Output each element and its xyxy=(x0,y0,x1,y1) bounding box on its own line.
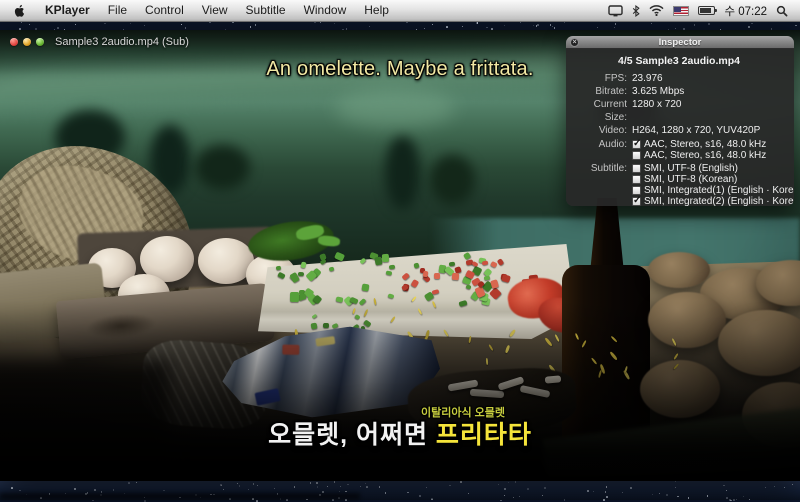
wallpaper-horizon xyxy=(0,493,360,500)
battery-icon[interactable] xyxy=(698,6,715,15)
inspector-subtitle-group: Subtitle: SMI, UTF-8 (English) SMI, UTF-… xyxy=(572,163,786,206)
display-icon[interactable] xyxy=(608,5,623,17)
menu-clock[interactable]: 수 07:22 xyxy=(724,3,767,19)
korean-subtitle: 오믈렛, 어쩌면 프리타타 xyxy=(0,415,800,451)
wifi-icon[interactable] xyxy=(649,5,664,16)
bluetooth-icon[interactable] xyxy=(632,5,640,17)
menu-status-area: 수 07:22 xyxy=(608,3,800,19)
menu-item-control[interactable]: Control xyxy=(136,0,193,21)
audio-track-1-checkbox[interactable] xyxy=(632,140,641,149)
subtitle-track-2[interactable]: SMI, UTF-8 (Korean) xyxy=(632,174,794,185)
menu-item-window[interactable]: Window xyxy=(295,0,356,21)
subtitle-track-1-checkbox[interactable] xyxy=(632,164,641,173)
window-title: Sample3 2audio.mp4 (Sub) xyxy=(55,36,189,48)
apple-menu[interactable] xyxy=(0,4,36,18)
minimize-button[interactable] xyxy=(23,38,31,46)
audio-track-2[interactable]: AAC, Stereo, s16, 48.0 kHz xyxy=(632,150,766,161)
inspector-panel: × Inspector 4/5 Sample3 2audio.mp4 FPS:2… xyxy=(566,36,794,206)
zoom-button[interactable] xyxy=(36,38,44,46)
inspector-close-button[interactable]: × xyxy=(570,38,579,47)
menu-item-view[interactable]: View xyxy=(193,0,237,21)
menu-item-file[interactable]: File xyxy=(99,0,136,21)
inspector-filename: 4/5 Sample3 2audio.mp4 xyxy=(572,55,786,67)
inspector-title: Inspector xyxy=(659,37,702,48)
inspector-row-video: Video:H264, 1280 x 720, YUV420P xyxy=(572,124,786,137)
inspector-row-fps: FPS:23.976 xyxy=(572,72,786,85)
potato xyxy=(648,252,710,288)
subtitle-track-3[interactable]: SMI, Integrated(1) (English · Korean) xyxy=(632,185,794,196)
audio-track-2-checkbox[interactable] xyxy=(632,151,641,160)
subtitle-track-4[interactable]: SMI, Integrated(2) (English · Korean) xyxy=(632,196,794,206)
audio-track-1[interactable]: AAC, Stereo, s16, 48.0 kHz xyxy=(632,139,766,150)
subtitle-track-1[interactable]: SMI, UTF-8 (English) xyxy=(632,163,794,174)
inspector-title-bar[interactable]: × Inspector xyxy=(566,36,794,49)
menu-item-kplayer[interactable]: KPlayer xyxy=(36,0,99,21)
spotlight-icon[interactable] xyxy=(776,5,788,17)
inspector-row-bitrate: Bitrate:3.625 Mbps xyxy=(572,85,786,98)
menu-item-help[interactable]: Help xyxy=(355,0,398,21)
apple-icon xyxy=(14,4,26,18)
close-button[interactable] xyxy=(10,38,18,46)
us-flag-input-icon[interactable] xyxy=(673,6,689,16)
menu-item-subtitle[interactable]: Subtitle xyxy=(237,0,295,21)
inspector-audio-group: Audio: AAC, Stereo, s16, 48.0 kHz AAC, S… xyxy=(572,139,786,161)
menu-bar: KPlayer File Control View Subtitle Windo… xyxy=(0,0,800,22)
cigarette xyxy=(545,375,562,383)
inspector-row-current-size: Current Size:1280 x 720 xyxy=(572,98,786,124)
subtitle-track-4-checkbox[interactable] xyxy=(632,197,641,206)
subtitle-track-2-checkbox[interactable] xyxy=(632,175,641,184)
